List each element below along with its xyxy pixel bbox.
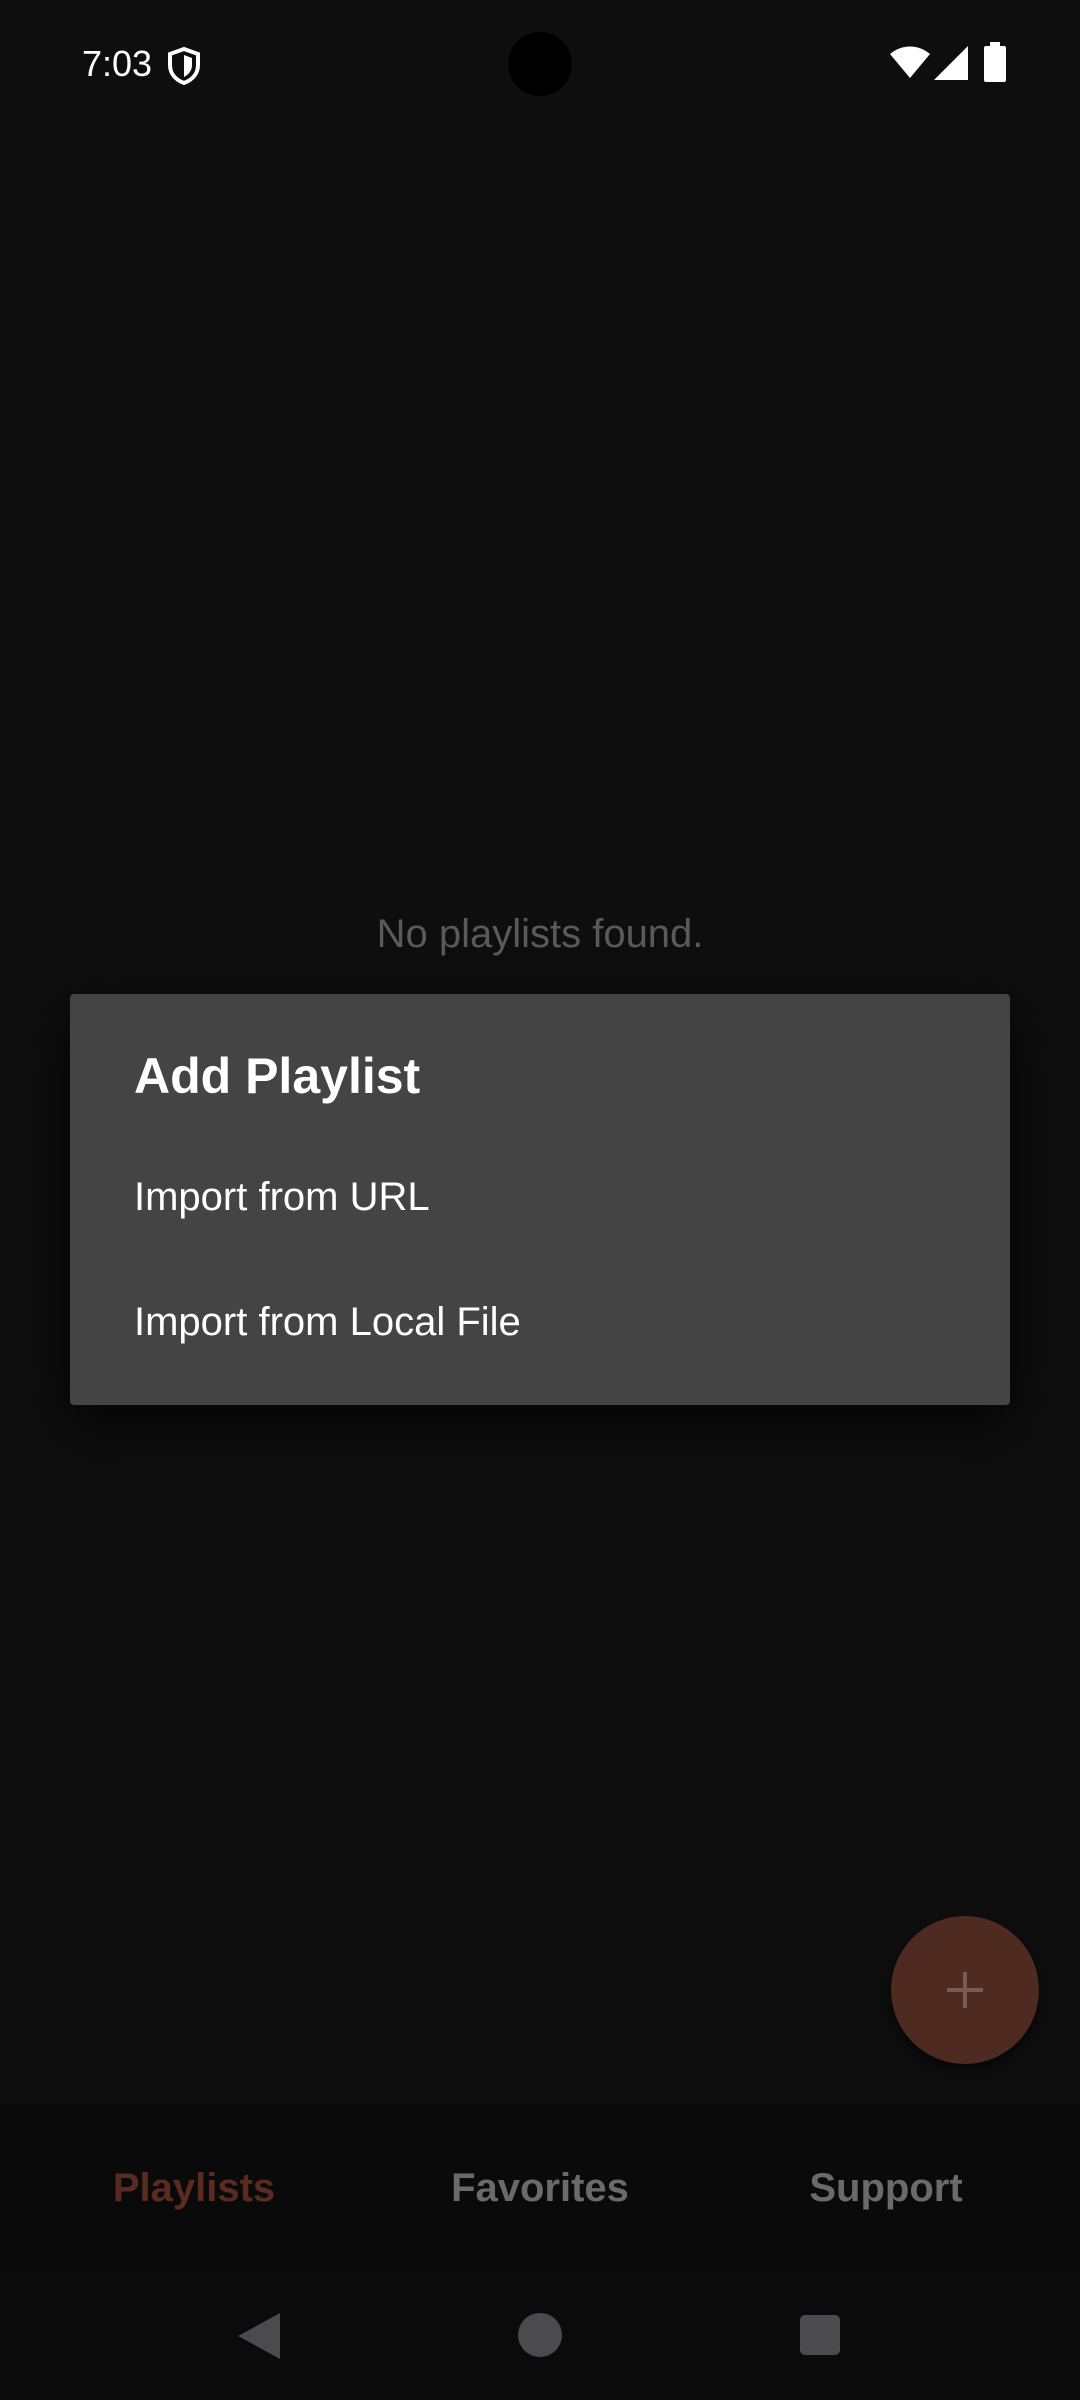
camera-cutout xyxy=(508,32,572,96)
wifi-icon xyxy=(890,46,930,78)
import-from-url-option[interactable]: Import from URL xyxy=(70,1137,1010,1257)
nav-item-playlists[interactable]: Playlists xyxy=(14,2105,374,2271)
signal-icon xyxy=(934,46,968,80)
back-icon[interactable] xyxy=(234,2311,282,2361)
dialog-title: Add Playlist xyxy=(134,1048,421,1104)
empty-state-message: No playlists found. xyxy=(376,912,704,956)
battery-icon xyxy=(984,42,1006,82)
system-navigation-bar xyxy=(0,2271,1080,2400)
bottom-navigation: Playlists Favorites Support xyxy=(0,2105,1080,2271)
home-icon[interactable] xyxy=(518,2313,562,2357)
plus-icon xyxy=(947,1972,983,2008)
add-playlist-fab[interactable] xyxy=(891,1916,1039,2064)
screen: 7:03 No playlists found. Playlists Favor… xyxy=(0,0,1080,2400)
import-from-local-file-option[interactable]: Import from Local File xyxy=(70,1262,1010,1382)
status-time: 7:03 xyxy=(82,43,153,84)
nav-item-support[interactable]: Support xyxy=(706,2105,1066,2271)
status-bar: 7:03 xyxy=(0,0,1080,128)
shield-icon xyxy=(168,46,200,86)
add-playlist-dialog: Add Playlist Import from URL Import from… xyxy=(70,994,1010,1405)
recents-icon[interactable] xyxy=(800,2315,840,2355)
nav-item-favorites[interactable]: Favorites xyxy=(360,2105,720,2271)
